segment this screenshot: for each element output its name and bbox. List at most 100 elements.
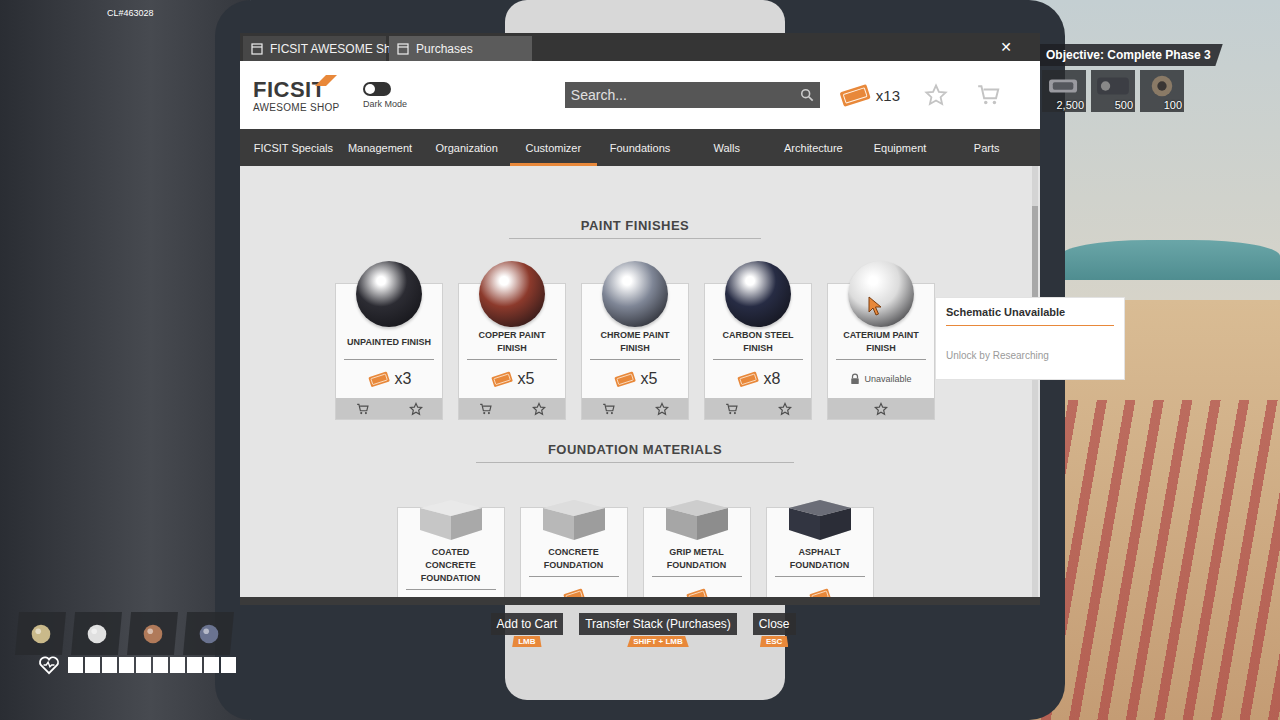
objective-item: 500 <box>1091 70 1135 112</box>
objective-item: 2,500 <box>1042 70 1086 112</box>
health-segment <box>119 657 134 673</box>
foundation-block-icon <box>785 496 855 544</box>
category-tab[interactable]: Customizer <box>510 129 597 166</box>
add-to-cart-icon[interactable] <box>356 402 370 416</box>
favorite-star-icon[interactable] <box>655 402 669 416</box>
magnifier-icon <box>800 88 814 102</box>
shop-item-card[interactable]: COPPER PAINT FINISH x5 <box>458 283 566 420</box>
add-to-cart-icon[interactable] <box>725 402 739 416</box>
category-tab[interactable]: Walls <box>683 129 770 166</box>
window-tab[interactable]: FICSIT AWESOME Sho <box>243 36 386 61</box>
coupon-icon <box>562 587 586 597</box>
paint-sphere-icon <box>356 261 422 327</box>
window-icon <box>397 43 409 55</box>
favorite-star-icon[interactable] <box>409 402 423 416</box>
item-name: GRIP METAL FOUNDATION <box>652 546 742 577</box>
lock-icon <box>850 373 860 385</box>
add-to-cart-icon[interactable] <box>602 402 616 416</box>
key-hint[interactable]: Add to Cart LMB <box>491 613 564 647</box>
add-to-cart-icon[interactable] <box>479 402 493 416</box>
favorite-star-icon[interactable] <box>532 402 546 416</box>
health-segment <box>170 657 185 673</box>
item-name: CARBON STEEL FINISH <box>713 329 803 360</box>
shop-section: FOUNDATION MATERIALS COATED CONCRETE FOU… <box>397 442 874 597</box>
objective-label: Objective: Complete Phase 3 <box>1038 44 1223 66</box>
coupon-icon <box>685 587 709 597</box>
favorites-star-icon[interactable] <box>924 83 948 107</box>
shop-item-card[interactable]: CHROME PAINT FINISH x5 <box>581 283 689 420</box>
category-tab[interactable]: Organization <box>423 129 510 166</box>
item-price <box>808 577 832 597</box>
item-name: UNPAINTED FINISH <box>344 329 434 360</box>
category-tab[interactable]: Architecture <box>770 129 857 166</box>
equipment-icon <box>195 620 223 648</box>
logo-accent-icon <box>315 75 337 86</box>
search-field[interactable]: Search... <box>565 82 820 108</box>
shop-header: FICSIT AWESOME SHOP Dark Mode Search... … <box>240 61 1040 129</box>
key-badge: ESC <box>760 636 788 647</box>
key-badge: LMB <box>512 636 541 647</box>
toggle-switch[interactable] <box>363 82 391 96</box>
category-tab[interactable]: Parts <box>943 129 1030 166</box>
dark-mode-toggle[interactable]: Dark Mode <box>363 82 427 109</box>
part-icon <box>1045 72 1083 100</box>
health-bar <box>38 655 236 675</box>
category-tab[interactable]: FICSIT Specials <box>250 129 337 166</box>
item-price: Unavailable <box>850 360 911 398</box>
health-segment <box>85 657 100 673</box>
item-price: x5 <box>490 360 535 398</box>
card-actions <box>459 398 565 419</box>
shop-item-card[interactable]: ASPHALT FOUNDATION <box>766 507 874 597</box>
favorite-star-icon[interactable] <box>874 402 888 416</box>
paint-sphere-icon <box>479 261 545 327</box>
cart-icon[interactable] <box>976 82 1002 108</box>
shop-section: PAINT FINISHES UNPAINTED FINISH x3 COPPE… <box>335 218 935 420</box>
health-segment <box>153 657 168 673</box>
foundation-block-icon <box>662 496 732 544</box>
hotbar-slot[interactable] <box>127 612 178 655</box>
card-actions <box>582 398 688 419</box>
key-hint[interactable]: Close ESC <box>753 613 796 647</box>
section-title: PAINT FINISHES <box>509 218 762 239</box>
close-button[interactable]: ✕ <box>990 33 1040 61</box>
mouse-cursor-icon <box>868 296 882 316</box>
health-segment <box>136 657 151 673</box>
shop-item-card[interactable]: UNPAINTED FINISH x3 <box>335 283 443 420</box>
equipment-icon <box>27 620 55 648</box>
item-price <box>446 590 456 597</box>
window-icon <box>251 43 263 55</box>
category-tab[interactable]: Management <box>337 129 424 166</box>
shop-item-card[interactable]: CATERIUM PAINT FINISH Unavailable <box>827 283 935 420</box>
red-plants <box>1040 400 1280 720</box>
distant-plateau <box>1060 240 1280 280</box>
hotbar-slot[interactable] <box>71 612 122 655</box>
shop-content: PAINT FINISHES UNPAINTED FINISH x3 COPPE… <box>240 166 1040 597</box>
objective-item: 100 <box>1140 70 1184 112</box>
key-hint[interactable]: Transfer Stack (Purchases) SHIFT + LMB <box>579 613 737 647</box>
window-tab-strip: FICSIT AWESOME Sho Purchases ✕ <box>240 33 1040 61</box>
coupon-balance: x13 <box>838 82 900 108</box>
section-title: FOUNDATION MATERIALS <box>476 442 794 463</box>
item-price: x5 <box>613 360 658 398</box>
category-tab[interactable]: Foundations <box>597 129 684 166</box>
window-tab[interactable]: Purchases <box>389 36 532 61</box>
part-icon <box>1094 72 1132 100</box>
hotbar-slot[interactable] <box>183 612 234 655</box>
health-segment <box>68 657 83 673</box>
card-actions <box>828 398 934 419</box>
shop-item-card[interactable]: CARBON STEEL FINISH x8 <box>704 283 812 420</box>
category-tab[interactable]: Equipment <box>857 129 944 166</box>
shop-item-card[interactable]: COATED CONCRETE FOUNDATION <box>397 507 505 597</box>
item-name: COPPER PAINT FINISH <box>467 329 557 360</box>
key-badge: SHIFT + LMB <box>627 636 689 647</box>
shop-item-card[interactable]: GRIP METAL FOUNDATION <box>643 507 751 597</box>
health-segment <box>204 657 219 673</box>
scrollbar[interactable] <box>1032 166 1038 597</box>
tooltip-title: Schematic Unavailable <box>946 306 1114 326</box>
hotbar-slot[interactable] <box>15 612 66 655</box>
favorite-star-icon[interactable] <box>778 402 792 416</box>
paint-sphere-icon <box>848 261 914 327</box>
shop-item-card[interactable]: CONCRETE FOUNDATION <box>520 507 628 597</box>
coupon-icon <box>367 370 391 388</box>
health-segment <box>102 657 117 673</box>
